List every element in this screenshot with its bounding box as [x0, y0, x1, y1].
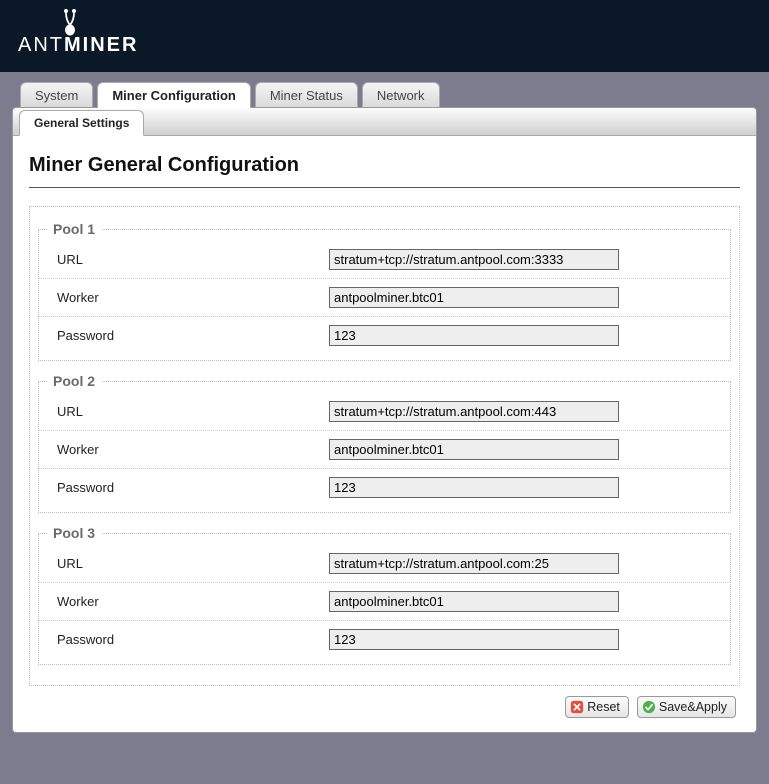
pool-3-legend: Pool 3 [47, 525, 101, 541]
pool-2-fieldset: Pool 2 URL Worker Password [38, 373, 731, 513]
ant-logo-icon [58, 8, 82, 36]
pool-3-worker-input[interactable] [329, 591, 619, 612]
logo-text: ANTMINER [18, 34, 138, 57]
pool-2-worker-label: Worker [49, 442, 329, 457]
pool-1-url-label: URL [49, 252, 329, 267]
pool-3-url-label: URL [49, 556, 329, 571]
pool-3-worker-label: Worker [49, 594, 329, 609]
pool-2-password-label: Password [49, 480, 329, 495]
pool-1-worker-input[interactable] [329, 287, 619, 308]
pool-2-url-label: URL [49, 404, 329, 419]
subtab-bar: General Settings [13, 108, 756, 136]
pool-1-worker-label: Worker [49, 290, 329, 305]
reset-button[interactable]: Reset [565, 696, 629, 718]
main-tabs: System Miner Configuration Miner Status … [20, 82, 757, 108]
pool-3-password-input[interactable] [329, 629, 619, 650]
pool-2-url-input[interactable] [329, 401, 619, 422]
footer-actions: Reset Save&Apply [29, 686, 740, 722]
pool-3-url-input[interactable] [329, 553, 619, 574]
pool-1-fieldset: Pool 1 URL Worker Password [38, 221, 731, 361]
logo-suffix: MINER [64, 34, 138, 56]
pool-1-password-input[interactable] [329, 325, 619, 346]
pool-3-fieldset: Pool 3 URL Worker Password [38, 525, 731, 665]
pool-3-password-label: Password [49, 632, 329, 647]
pools-container: Pool 1 URL Worker Password Poo [29, 206, 740, 686]
apply-icon [642, 700, 656, 714]
tab-miner-status[interactable]: Miner Status [255, 82, 358, 108]
pool-1-password-label: Password [49, 328, 329, 343]
reset-icon [570, 700, 584, 714]
tab-miner-configuration[interactable]: Miner Configuration [97, 82, 251, 108]
config-panel: General Settings Miner General Configura… [12, 107, 757, 733]
pool-2-password-input[interactable] [329, 477, 619, 498]
pool-1-legend: Pool 1 [47, 221, 101, 237]
subtab-general-settings[interactable]: General Settings [19, 110, 144, 136]
pool-1-url-input[interactable] [329, 249, 619, 270]
logo-prefix: ANT [18, 34, 64, 56]
reset-label: Reset [587, 700, 620, 714]
header: ANTMINER [0, 0, 769, 72]
tab-network[interactable]: Network [362, 82, 440, 108]
page-title: Miner General Configuration [29, 150, 740, 188]
pool-2-legend: Pool 2 [47, 373, 101, 389]
pool-2-worker-input[interactable] [329, 439, 619, 460]
logo: ANTMINER [18, 8, 751, 57]
tab-system[interactable]: System [20, 82, 93, 108]
save-apply-label: Save&Apply [659, 700, 727, 714]
save-apply-button[interactable]: Save&Apply [637, 696, 736, 718]
